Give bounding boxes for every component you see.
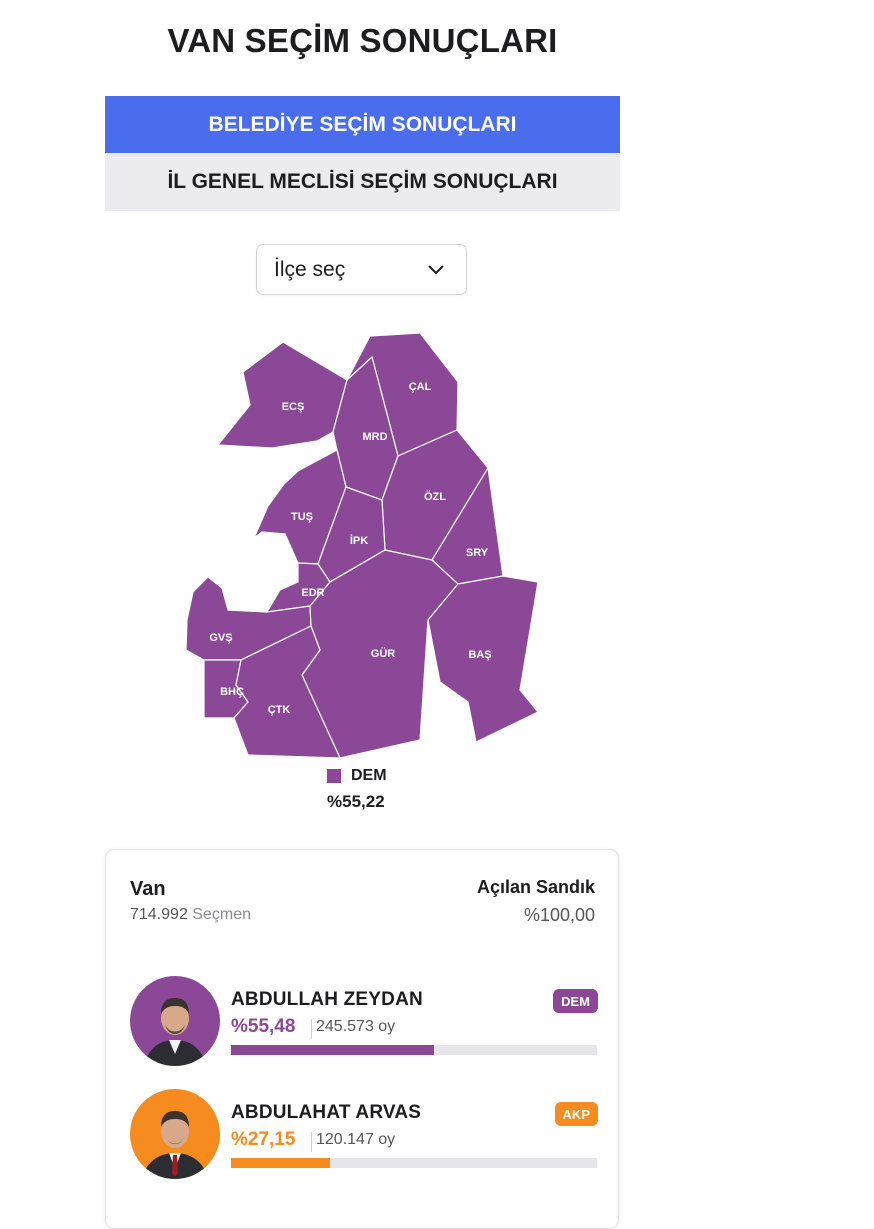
candidate-name: ABDULLAH ZEYDAN <box>231 989 423 1010</box>
candidate-row[interactable]: ABDULAHAT ARVAS AKP %27,15 120.147 oy <box>130 1089 598 1181</box>
district-label: MRD <box>362 431 387 443</box>
district-label: EDR <box>301 587 324 599</box>
candidate-percent: %27,15 <box>231 1129 296 1150</box>
candidate-avatar <box>130 1089 220 1179</box>
map-legend: DEM <box>327 767 387 785</box>
district-label: TUŞ <box>291 511 313 523</box>
opened-box-label: Açılan Sandık <box>476 877 595 897</box>
candidate-votes: 120.147 oy <box>316 1131 396 1148</box>
district-label: ÖZL <box>424 490 446 503</box>
legend-party: DEM <box>351 767 387 784</box>
legend-swatch <box>327 769 341 783</box>
legend-percent: %55,22 <box>327 792 385 811</box>
voter-count: 714.992 Seçmen <box>130 906 251 924</box>
district-ecs[interactable] <box>216 341 348 449</box>
party-badge: AKP <box>554 1102 598 1126</box>
divider <box>311 1019 312 1039</box>
district-label: SRY <box>466 547 489 559</box>
candidate-votes: 245.573 oy <box>316 1018 396 1035</box>
vote-share-bar-fill <box>231 1045 435 1055</box>
vote-share-bar-fill <box>231 1158 331 1168</box>
district-label: GVŞ <box>209 632 232 644</box>
opened-box-value: %100,00 <box>523 905 595 925</box>
candidate-name: ABDULAHAT ARVAS <box>231 1102 422 1123</box>
vote-share-bar <box>231 1045 597 1055</box>
district-label: GÜR <box>371 647 396 660</box>
district-label: BHÇ <box>220 686 244 698</box>
candidate-avatar <box>130 976 220 1066</box>
district-label: ÇAL <box>409 381 432 393</box>
district-label: BAŞ <box>468 649 491 661</box>
voter-count-value: 714.992 <box>130 906 188 923</box>
district-map: ECŞ ÇAL MRD ÖZL TUŞ İPK SRY EDR GVŞ GÜR … <box>0 0 874 770</box>
district-label: İPK <box>350 534 368 547</box>
district-label: ECŞ <box>282 401 305 413</box>
voter-count-label: Seçmen <box>192 906 251 923</box>
divider <box>311 1132 312 1152</box>
vote-share-bar <box>231 1158 597 1168</box>
candidate-percent: %55,48 <box>231 1016 296 1037</box>
results-card: Van 714.992 Seçmen Açılan Sandık %100,00… <box>105 849 619 1229</box>
region-name: Van <box>130 878 166 900</box>
candidate-row[interactable]: ABDULLAH ZEYDAN DEM %55,48 245.573 oy <box>130 976 598 1068</box>
district-label: ÇTK <box>268 704 291 716</box>
party-badge: DEM <box>553 989 598 1013</box>
